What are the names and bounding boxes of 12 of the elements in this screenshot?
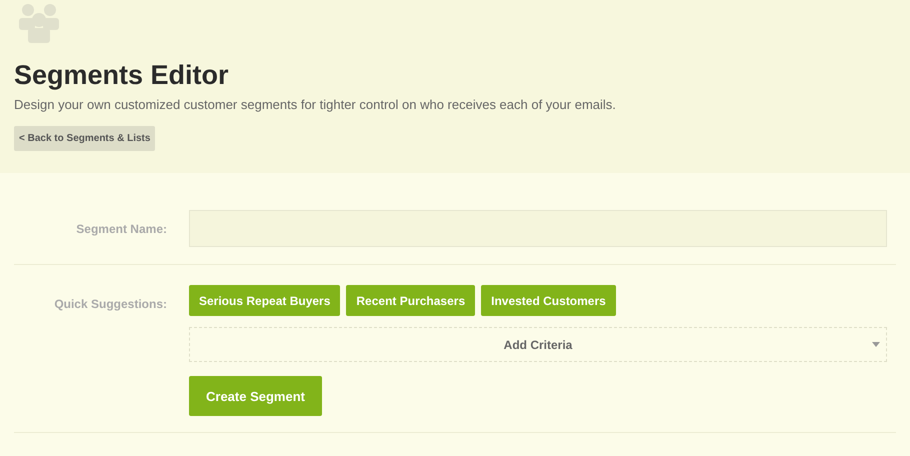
create-segment-button[interactable]: Create Segment <box>189 376 322 416</box>
add-criteria-dropdown[interactable]: Add Criteria <box>189 327 887 362</box>
caret-icon <box>872 342 880 348</box>
quick-suggestions-label: Quick Suggestions: <box>53 296 167 314</box>
back-button[interactable]: < Back to Segments & Lists <box>14 126 156 152</box>
segment-name-label: Segment Name: <box>75 220 167 238</box>
suggestion-button[interactable]: Invested Customers <box>481 285 616 316</box>
page-subtitle: Design your own customized customer segments for tighter control on who receives each of your emails. <box>14 96 617 114</box>
suggestion-button[interactable]: Serious Repeat Buyers <box>189 285 340 316</box>
suggestion-button[interactable]: Recent Purchasers <box>346 285 476 316</box>
page-title: Segments Editor <box>14 59 230 92</box>
segment-name-field[interactable] <box>189 210 887 248</box>
